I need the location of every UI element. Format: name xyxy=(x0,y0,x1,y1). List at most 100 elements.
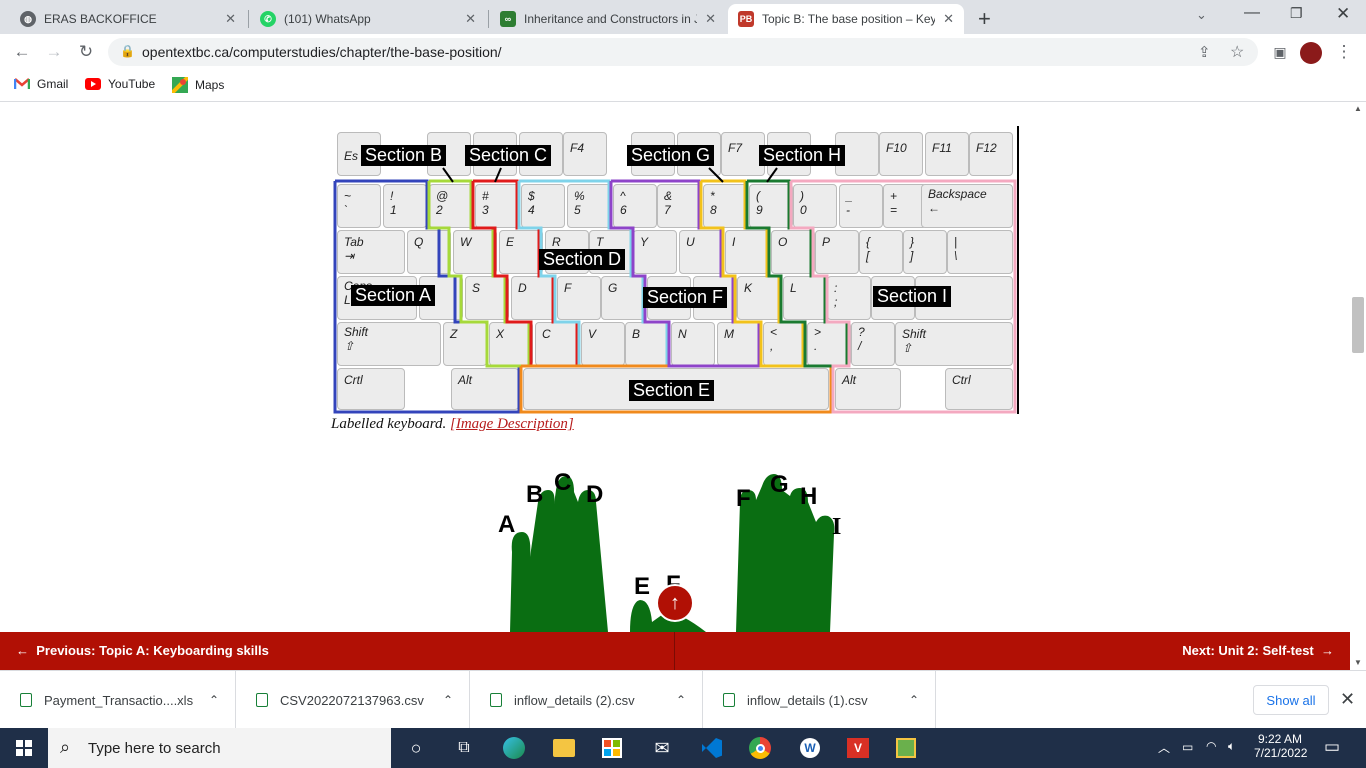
page-scrollbar[interactable]: ▲ ▼ xyxy=(1350,102,1366,670)
section-c-outline xyxy=(471,179,579,368)
bookmark-youtube[interactable]: YouTube xyxy=(85,77,155,91)
bookmark-star-icon[interactable]: ☆ xyxy=(1230,42,1244,62)
tab-topic-b[interactable]: PB Topic B: The base position – Key ✕ xyxy=(728,4,964,34)
cortana-icon[interactable]: ○ xyxy=(402,734,430,762)
spreadsheet-file-icon xyxy=(723,693,735,707)
tab-eras-backoffice[interactable]: ◍ ERAS BACKOFFICE ✕ xyxy=(10,4,246,34)
finger-label-c: C xyxy=(554,469,571,496)
download-item[interactable]: Payment_Transactio....xls ⌃ xyxy=(0,671,236,729)
chevron-up-icon[interactable]: ⌃ xyxy=(909,693,919,707)
bookmark-maps[interactable]: Maps xyxy=(172,77,224,93)
previous-link-label: Previous: Topic A: Keyboarding skills xyxy=(36,643,269,658)
image-description-link[interactable]: [Image Description] xyxy=(450,416,574,432)
finger-label-e: E xyxy=(634,573,650,600)
restore-icon[interactable]: ❐ xyxy=(1290,5,1303,22)
section-d-outline xyxy=(517,179,669,368)
download-item[interactable]: CSV2022072137963.csv ⌃ xyxy=(236,671,470,729)
section-d-label: Section D xyxy=(539,249,626,270)
microsoft-store-icon[interactable] xyxy=(598,734,626,762)
chevron-up-icon[interactable]: ⌃ xyxy=(443,693,453,707)
download-filename: inflow_details (2).csv xyxy=(514,692,635,708)
bookmarks-bar: Gmail YouTube Maps xyxy=(0,70,1366,102)
downloads-bar: Payment_Transactio....xls ⌃ CSV202207213… xyxy=(0,670,1366,729)
section-c-label: Section C xyxy=(465,145,552,166)
new-tab-button[interactable]: + xyxy=(978,6,991,32)
download-filename: Payment_Transactio....xls xyxy=(44,692,194,708)
youtube-icon xyxy=(85,78,101,90)
task-view-icon[interactable]: ⧉ xyxy=(450,734,478,762)
show-all-button[interactable]: Show all xyxy=(1253,685,1329,715)
spreadsheet-file-icon xyxy=(256,693,268,707)
scroll-up-arrow-icon[interactable]: ▲ xyxy=(1354,104,1362,113)
forward-arrow-icon[interactable]: → xyxy=(42,40,66,64)
tab-search-icon[interactable]: ⌄ xyxy=(1196,7,1207,23)
chevron-up-icon[interactable]: ⌃ xyxy=(209,693,219,707)
windows-logo-icon xyxy=(16,740,32,756)
close-downloads-icon[interactable]: ✕ xyxy=(1340,689,1355,710)
app-icon[interactable]: V xyxy=(844,734,872,762)
finger-label-h: H xyxy=(800,483,817,510)
download-item[interactable]: inflow_details (1).csv ⌃ xyxy=(703,671,936,729)
close-tab-icon[interactable]: ✕ xyxy=(943,11,954,27)
close-tab-icon[interactable]: ✕ xyxy=(225,11,236,27)
close-window-icon[interactable]: ✕ xyxy=(1336,4,1350,24)
clock[interactable]: 9:22 AM 7/21/2022 xyxy=(1254,732,1308,760)
download-item[interactable]: inflow_details (2).csv ⌃ xyxy=(470,671,703,729)
scrollbar-thumb[interactable] xyxy=(1352,297,1364,353)
section-h-label: Section H xyxy=(759,145,846,166)
section-g-label: Section G xyxy=(627,145,715,166)
tab-title: ERAS BACKOFFICE xyxy=(44,12,157,26)
spreadsheet-app-icon[interactable] xyxy=(892,734,920,762)
clock-date: 7/21/2022 xyxy=(1254,746,1308,760)
scroll-to-top-button[interactable]: ↑ xyxy=(656,584,694,622)
lock-icon: 🔒 xyxy=(120,44,135,58)
browser-toolbar: ← → ↻ 🔒 opentextbc.ca/computerstudies/ch… xyxy=(0,34,1366,70)
tray-overflow-icon[interactable]: ︿ xyxy=(1158,739,1170,756)
section-i-label: Section I xyxy=(873,286,952,307)
word-icon[interactable]: W xyxy=(796,734,824,762)
chapter-navigation: ← Previous: Topic A: Keyboarding skills … xyxy=(0,632,1350,670)
menu-icon[interactable]: ⋮ xyxy=(1332,40,1356,64)
previous-link[interactable]: ← Previous: Topic A: Keyboarding skills xyxy=(16,643,269,658)
next-link-label: Next: Unit 2: Self-test xyxy=(1182,643,1314,658)
vscode-icon[interactable] xyxy=(698,734,726,762)
search-icon: ⌕ xyxy=(60,737,71,757)
avatar[interactable] xyxy=(1300,42,1322,64)
minimize-icon[interactable]: — xyxy=(1244,4,1260,22)
back-arrow-icon[interactable]: ← xyxy=(10,40,34,64)
bookmark-gmail[interactable]: Gmail xyxy=(14,77,68,91)
address-bar[interactable]: 🔒 opentextbc.ca/computerstudies/chapter/… xyxy=(108,38,1258,66)
volume-icon[interactable]: 🔈︎ xyxy=(1228,739,1235,754)
tab-inheritance[interactable]: ∞ Inheritance and Constructors in J ✕ xyxy=(490,4,726,34)
scroll-down-arrow-icon[interactable]: ▼ xyxy=(1354,658,1362,667)
finger-label-d: D xyxy=(586,481,603,508)
download-filename: inflow_details (1).csv xyxy=(747,692,868,708)
share-icon[interactable]: ⇪ xyxy=(1198,43,1211,61)
chevron-up-icon[interactable]: ⌃ xyxy=(676,693,686,707)
next-link[interactable]: Next: Unit 2: Self-test → xyxy=(1182,643,1334,658)
start-button[interactable] xyxy=(0,728,48,768)
mail-icon[interactable]: ✉ xyxy=(648,734,676,762)
spreadsheet-file-icon xyxy=(490,693,502,707)
section-a-label: Section A xyxy=(351,285,436,306)
bookmark-label: Gmail xyxy=(37,77,69,91)
close-tab-icon[interactable]: ✕ xyxy=(705,11,716,27)
close-tab-icon[interactable]: ✕ xyxy=(465,11,476,27)
notifications-icon[interactable]: ▭ xyxy=(1324,737,1340,757)
chrome-icon[interactable] xyxy=(746,734,774,762)
download-filename: CSV2022072137963.csv xyxy=(280,692,424,708)
windows-taskbar: ⌕ Type here to search ○ ⧉ ✉ W V ︿ ▭ ◠ 🔈︎… xyxy=(0,728,1366,768)
bookmark-label: YouTube xyxy=(108,77,156,91)
taskbar-search-box[interactable]: ⌕ Type here to search xyxy=(48,728,391,768)
section-e-label: Section E xyxy=(629,380,715,401)
reload-icon[interactable]: ↻ xyxy=(74,40,98,64)
side-panel-icon[interactable]: ▣ xyxy=(1268,40,1292,64)
tab-title: Inheritance and Constructors in J xyxy=(524,12,698,26)
wifi-icon[interactable]: ◠ xyxy=(1206,739,1216,753)
site-icon: ∞ xyxy=(500,11,516,27)
file-explorer-icon[interactable] xyxy=(550,734,578,762)
finger-label-a: A xyxy=(498,511,515,538)
tab-whatsapp[interactable]: ✆ (101) WhatsApp ✕ xyxy=(250,4,486,34)
edge-icon[interactable] xyxy=(500,734,528,762)
battery-icon[interactable]: ▭ xyxy=(1182,740,1193,754)
